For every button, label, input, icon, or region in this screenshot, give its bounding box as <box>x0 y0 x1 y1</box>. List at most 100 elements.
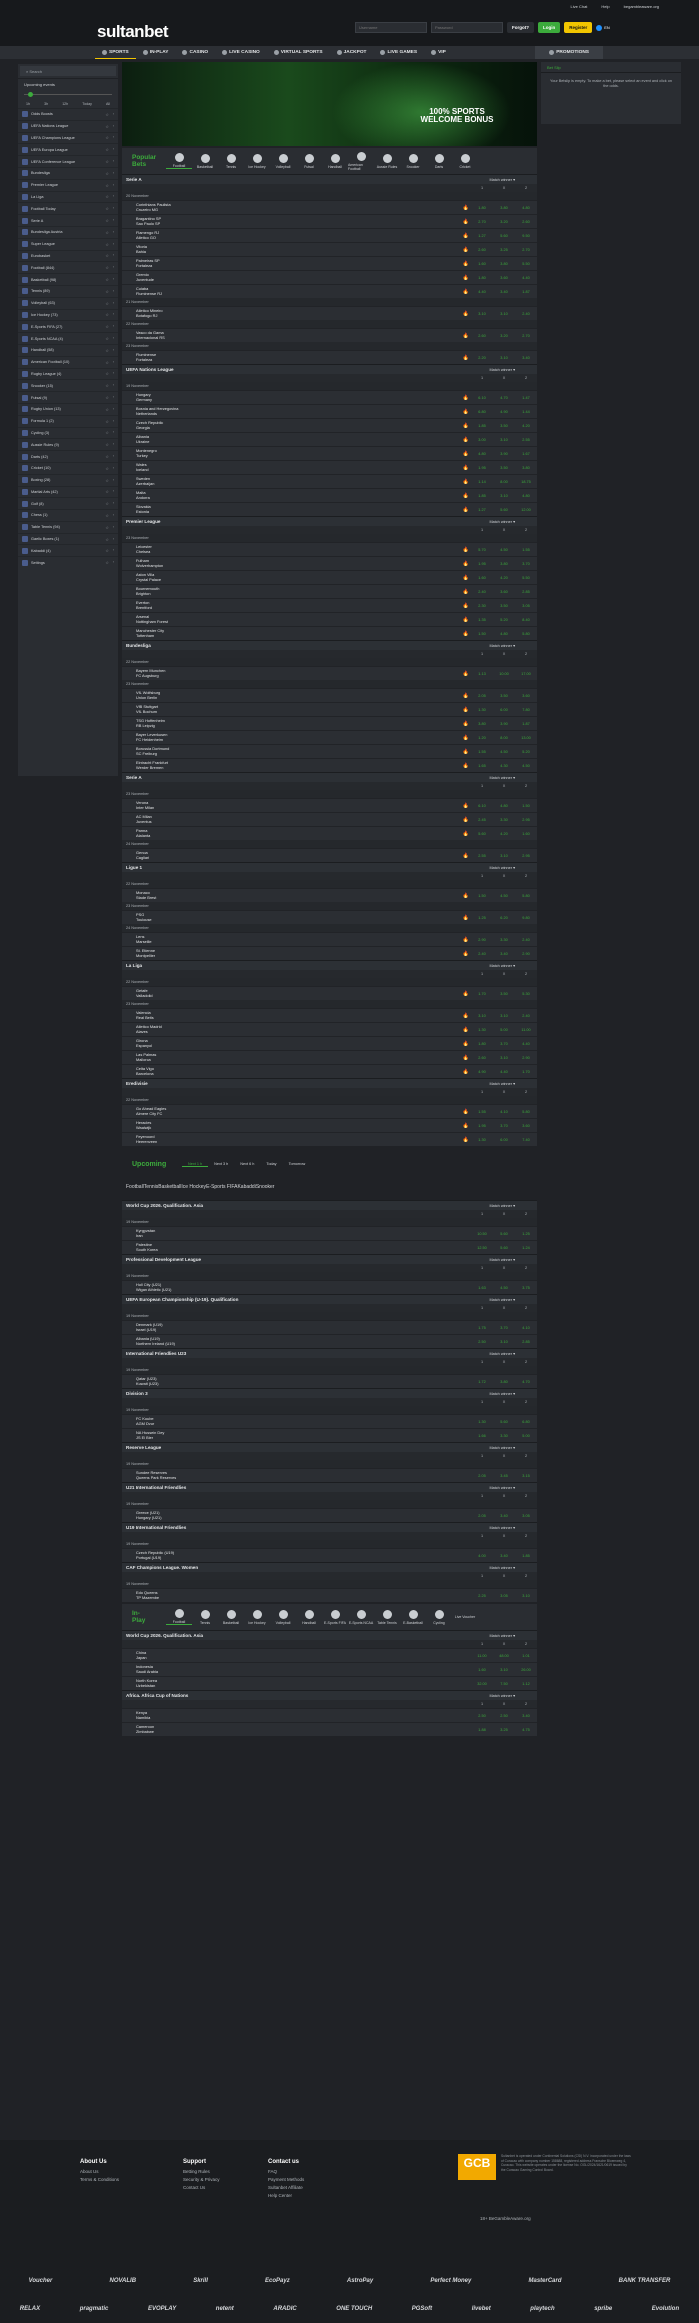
odds-button[interactable]: 3.25 <box>493 248 515 252</box>
match-row[interactable]: Denmark (U19) Israel (U19) 1.75 3.70 4.10 <box>122 1320 537 1334</box>
odds-button[interactable]: 3.80 <box>493 262 515 266</box>
match-row[interactable]: Kenya Namibia 2.50 2.50 3.40 <box>122 1708 537 1722</box>
odds-button[interactable]: 2.55 <box>471 854 493 858</box>
odds-button[interactable]: 7.40 <box>515 1138 537 1142</box>
live-chat-link[interactable]: Live Chat <box>571 4 588 9</box>
odds-button[interactable]: 5.60 <box>471 832 493 836</box>
odds-button[interactable]: 4.80 <box>515 206 537 210</box>
sidebar-item[interactable]: Martial Arts (42) ☆ › <box>18 485 118 498</box>
odds-button[interactable]: 1.88 <box>471 1728 493 1732</box>
market-selector[interactable]: Match winner ▾ <box>489 1485 515 1490</box>
odds-button[interactable]: 3.10 <box>493 438 515 442</box>
match-row[interactable]: Bayer Leverkusen FC Heidenheim 🔥 1.20 8.00 13… <box>122 730 537 744</box>
odds-button[interactable]: 4.30 <box>493 764 515 768</box>
odds-button[interactable]: 5.70 <box>471 548 493 552</box>
odds-button[interactable]: 11.00 <box>515 1028 537 1032</box>
match-row[interactable]: Sundee Reserves Queens Park Reserves 2.05 3… <box>122 1468 537 1482</box>
market-selector[interactable]: Match winner ▾ <box>489 1351 515 1356</box>
match-row[interactable]: Atletico Mineiro Botafogo RJ 🔥 3.10 3.10 2.40 <box>122 306 537 320</box>
match-row[interactable]: Bragantino SP Sao Paulo SP 🔥 2.70 3.20 2.60 <box>122 214 537 228</box>
sidebar-item[interactable]: La Liga ☆ › <box>18 190 118 203</box>
sidebar-item[interactable]: Boxing (28) ☆ › <box>18 473 118 486</box>
odds-button[interactable]: 4.10 <box>493 1110 515 1114</box>
odds-button[interactable]: 1.55 <box>471 1110 493 1114</box>
league-header[interactable]: Ligue 1 Match winner ▾ <box>122 862 537 872</box>
match-row[interactable]: Monaco Stade Brest 🔥 1.50 4.50 5.80 <box>122 888 537 902</box>
odds-button[interactable]: 1.60 <box>471 262 493 266</box>
odds-button[interactable]: 1.65 <box>471 764 493 768</box>
odds-button[interactable]: 3.20 <box>493 220 515 224</box>
market-selector[interactable]: Match winner ▾ <box>489 1257 515 1262</box>
odds-button[interactable]: 1.20 <box>471 736 493 740</box>
sidebar-item[interactable]: UEFA Champions League ☆ › <box>18 131 118 144</box>
sidebar-item[interactable]: Football (844) ☆ › <box>18 261 118 273</box>
odds-button[interactable]: 1.30 <box>471 1420 493 1424</box>
league-header[interactable]: Bundesliga Match winner ▾ <box>122 640 537 650</box>
match-row[interactable]: Slovakia Estonia 🔥 1.27 5.60 12.00 <box>122 502 537 516</box>
odds-button[interactable]: 1.27 <box>471 234 493 238</box>
begambleaware-link[interactable]: begambleaware.org <box>624 4 659 9</box>
forgot-button[interactable]: Forgot? <box>507 22 534 33</box>
odds-button[interactable]: 3.50 <box>493 694 515 698</box>
league-header[interactable]: Premier League Match winner ▾ <box>122 516 537 526</box>
odds-button[interactable]: 5.60 <box>493 1420 515 1424</box>
odds-button[interactable]: 17.00 <box>515 672 537 676</box>
odds-button[interactable]: 2.70 <box>471 220 493 224</box>
match-row[interactable]: Sweden Azerbaijan 🔥 1.14 8.00 18.75 <box>122 474 537 488</box>
star-icon[interactable]: ☆ <box>105 194 108 199</box>
odds-button[interactable]: 32.00 <box>471 1682 493 1686</box>
nav-promotions[interactable]: PROMOTIONS <box>535 46 603 59</box>
odds-button[interactable]: 2.40 <box>471 952 493 956</box>
odds-button[interactable]: 1.13 <box>471 672 493 676</box>
match-row[interactable]: Bayern Munchen FC Augsburg 🔥 1.13 10.00 17.00 <box>122 666 537 680</box>
odds-button[interactable]: 2.55 <box>515 438 537 442</box>
odds-button[interactable]: 5.50 <box>515 262 537 266</box>
odds-button[interactable]: 3.25 <box>493 1728 515 1732</box>
league-header[interactable]: World Cup 2026. Qualification. Asia Match… <box>122 1200 537 1210</box>
nav-in-play[interactable]: IN-PLAY <box>136 46 176 59</box>
odds-button[interactable]: 3.10 <box>471 312 493 316</box>
odds-button[interactable]: 3.40 <box>515 356 537 360</box>
odds-button[interactable]: 3.30 <box>493 818 515 822</box>
match-row[interactable]: Montenegro Turkey 🔥 4.80 3.90 1.67 <box>122 446 537 460</box>
upcoming-events-filter[interactable]: Upcoming events <box>18 78 118 90</box>
match-row[interactable]: Arsenal Nottingham Forest 🔥 1.35 5.20 8.40 <box>122 612 537 626</box>
odds-button[interactable]: 3.80 <box>515 466 537 470</box>
odds-button[interactable]: 2.70 <box>515 248 537 252</box>
match-row[interactable]: Borussia Dortmund SC Freiburg 🔥 1.55 4.50 5.2… <box>122 744 537 758</box>
match-row[interactable]: Gremio Juventude 🔥 1.80 3.60 4.40 <box>122 270 537 284</box>
league-header[interactable]: Africa. Africa Cup of Nations Match winne… <box>122 1690 537 1700</box>
sport-tab[interactable]: Handball <box>322 153 348 169</box>
odds-button[interactable]: 3.90 <box>493 722 515 726</box>
match-row[interactable]: Bosnia and Herzegovina Netherlands 🔥 6.80 4.… <box>122 404 537 418</box>
match-row[interactable]: Las Palmas Mallorca 🔥 2.60 3.10 2.90 <box>122 1050 537 1064</box>
match-row[interactable]: China Japan 11.00 48.00 1.01 <box>122 1648 537 1662</box>
league-header[interactable]: La Liga Match winner ▾ <box>122 960 537 970</box>
match-row[interactable]: PSG Toulouse 🔥 1.25 6.20 9.80 <box>122 910 537 924</box>
odds-button[interactable]: 2.40 <box>515 938 537 942</box>
odds-button[interactable]: 1.50 <box>471 894 493 898</box>
odds-button[interactable]: 3.80 <box>493 206 515 210</box>
odds-button[interactable]: 2.60 <box>471 1056 493 1060</box>
market-selector[interactable]: Match winner ▾ <box>489 1081 515 1086</box>
odds-button[interactable]: 2.40 <box>515 1014 537 1018</box>
upcoming-tab[interactable]: Tomorrow <box>283 1162 312 1166</box>
match-row[interactable]: Eintracht Frankfurt Werder Bremen 🔥 1.65 4.3… <box>122 758 537 772</box>
odds-button[interactable]: 4.20 <box>515 424 537 428</box>
sport-tab[interactable]: Basketball <box>218 1609 244 1625</box>
odds-button[interactable]: 2.50 <box>471 1340 493 1344</box>
sport-tab[interactable]: Darts <box>426 153 452 169</box>
star-icon[interactable]: ☆ <box>105 537 108 542</box>
league-header[interactable]: International Friendlies U23 Match winner… <box>122 1348 537 1358</box>
odds-button[interactable]: 4.90 <box>471 1070 493 1074</box>
odds-button[interactable]: 3.00 <box>471 438 493 442</box>
star-icon[interactable]: ☆ <box>105 277 108 282</box>
odds-button[interactable]: 1.95 <box>471 1124 493 1128</box>
league-header[interactable]: Division 3 Match winner ▾ <box>122 1388 537 1398</box>
odds-button[interactable]: 2.25 <box>471 1594 493 1598</box>
league-header[interactable]: UEFA Nations League Match winner ▾ <box>122 364 537 374</box>
odds-button[interactable]: 1.30 <box>471 708 493 712</box>
odds-button[interactable]: 1.85 <box>471 424 493 428</box>
welcome-banner[interactable]: 100% SPORTS WELCOME BONUS <box>122 62 537 146</box>
odds-button[interactable]: 4.50 <box>493 1286 515 1290</box>
